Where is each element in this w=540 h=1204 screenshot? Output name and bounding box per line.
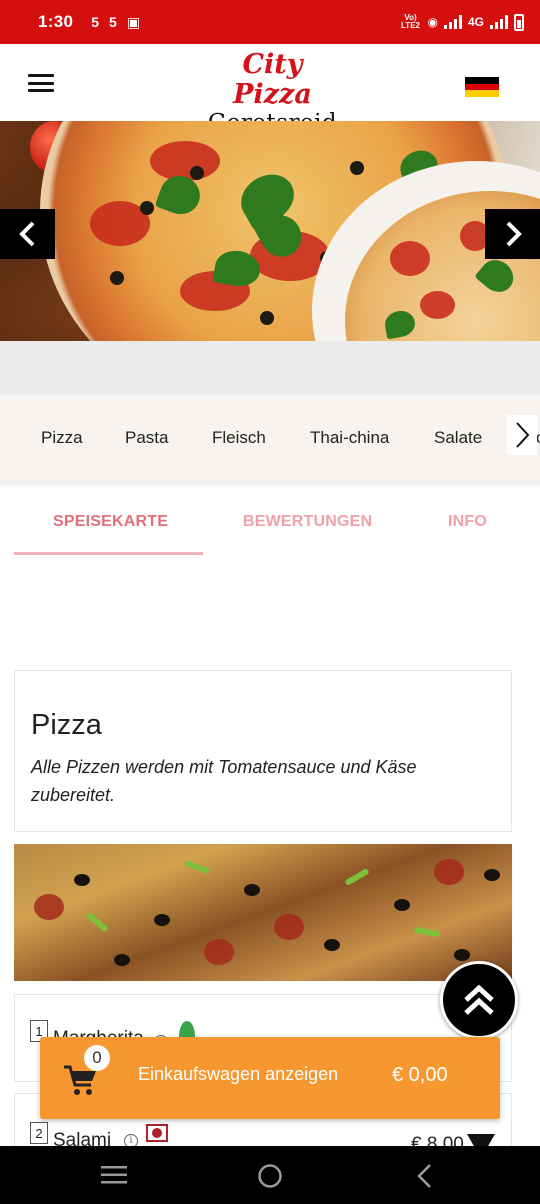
section-description: Alle Pizzen werden mit Tomatensauce und … xyxy=(31,757,417,805)
hamburger-icon[interactable] xyxy=(28,74,54,92)
category-bar: Pizza Pasta Fleisch Thai-china Salate c xyxy=(0,395,540,481)
slider-next-button[interactable] xyxy=(485,209,540,259)
tab-info[interactable]: INFO xyxy=(448,513,487,531)
chevron-left-icon xyxy=(18,221,34,247)
category-fleisch[interactable]: Fleisch xyxy=(212,428,266,448)
hotspot-icon: ◉ xyxy=(427,15,438,29)
divider-band xyxy=(0,341,540,395)
spicy-icon xyxy=(146,1124,168,1142)
category-thai-china[interactable]: Thai-china xyxy=(310,428,389,448)
cart-total: € 0,00 xyxy=(392,1064,448,1086)
calendar-icon: ▣ xyxy=(126,13,141,30)
status-bar: 1:30 5 5 ▣ Vo) LTE2 ◉ 4G xyxy=(0,0,540,44)
network-type: 4G xyxy=(467,15,484,29)
cart-label: Einkaufswagen anzeigen xyxy=(138,1064,339,1084)
category-next-button[interactable] xyxy=(507,415,537,455)
hero-slider xyxy=(0,121,540,341)
section-header-card: Pizza Alle Pizzen werden mit Tomatensauc… xyxy=(14,670,512,832)
category-banner-image xyxy=(14,844,512,981)
tab-speisekarte[interactable]: SPEISEKARTE xyxy=(53,513,168,531)
system-status: Vo) LTE2 ◉ 4G xyxy=(400,13,524,31)
chevron-right-icon xyxy=(516,422,530,448)
battery-icon xyxy=(514,13,524,31)
section-title: Pizza xyxy=(31,709,102,741)
view-cart-button[interactable]: 0 Einkaufswagen anzeigen € 0,00 xyxy=(40,1037,500,1119)
tab-bewertungen[interactable]: BEWERTUNGEN xyxy=(243,513,372,531)
category-salate[interactable]: Salate xyxy=(434,428,482,448)
item-number: 2 xyxy=(30,1122,48,1144)
status-time: 1:30 xyxy=(38,12,74,31)
back-icon[interactable] xyxy=(415,1163,433,1189)
volte-label: Vo) LTE2 xyxy=(401,13,420,30)
recent-apps-icon[interactable] xyxy=(101,1165,127,1185)
notification-icon: 5 xyxy=(91,13,100,30)
app-header: City Pizza Geretsreid xyxy=(0,44,540,136)
cart-count-badge: 0 xyxy=(84,1045,110,1071)
scroll-to-top-button[interactable] xyxy=(440,961,518,1039)
german-flag-icon[interactable] xyxy=(465,77,499,98)
active-tab-indicator xyxy=(14,552,203,555)
notification-icons: 5 5 ▣ xyxy=(91,14,140,31)
divider xyxy=(0,481,540,489)
category-pizza[interactable]: Pizza xyxy=(41,428,83,448)
signal-icon xyxy=(490,15,508,29)
home-icon[interactable] xyxy=(257,1163,283,1189)
system-navigation-bar xyxy=(0,1146,540,1204)
chevron-right-icon xyxy=(506,221,522,247)
notification-icon: 5 xyxy=(109,13,117,30)
signal-icon xyxy=(443,15,462,29)
app-screen: 1:30 5 5 ▣ Vo) LTE2 ◉ 4G City Pizza Gere… xyxy=(0,0,540,1204)
logo-title: City Pizza xyxy=(233,49,312,110)
double-chevron-up-icon xyxy=(464,984,494,1015)
slider-prev-button[interactable] xyxy=(0,209,55,259)
category-pasta[interactable]: Pasta xyxy=(125,428,168,448)
